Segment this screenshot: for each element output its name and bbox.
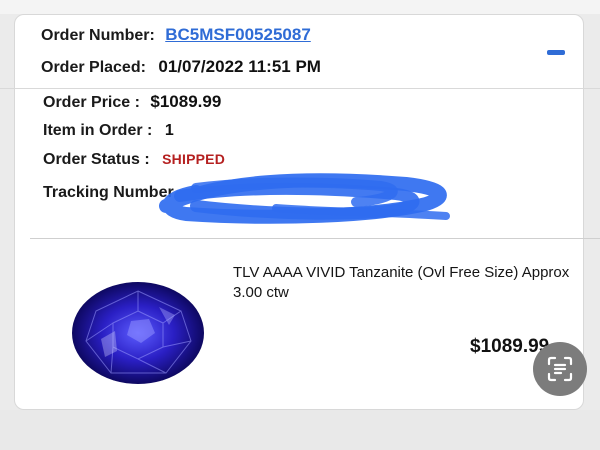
order-status-value: SHIPPED <box>162 151 226 167</box>
item-count-label: Item in Order : <box>43 122 153 139</box>
product-title[interactable]: TLV AAAA VIVID Tanzanite (Ovl Free Size)… <box>233 263 573 303</box>
order-placed-value: 01/07/2022 11:51 PM <box>158 57 321 76</box>
top-strip <box>0 0 600 14</box>
scan-glyph <box>547 356 573 382</box>
order-price-value: $1089.99 <box>150 92 222 111</box>
card-bottom-area <box>0 410 600 450</box>
section-divider <box>0 88 600 89</box>
tracking-redaction-scribble <box>159 173 450 224</box>
order-status-label: Order Status : <box>43 151 150 168</box>
product-divider <box>30 238 600 239</box>
item-count-value: 1 <box>164 122 174 139</box>
text-scan-icon[interactable] <box>533 342 587 396</box>
order-price-row: Order Price : $1089.99 <box>43 92 221 112</box>
collapse-minus-icon[interactable] <box>547 50 565 55</box>
order-number-label: Order Number: <box>41 27 155 44</box>
tracking-row: Tracking Number <box>43 184 174 202</box>
order-price-label: Order Price : <box>43 94 140 111</box>
order-number-row: Order Number: BC5MSF00525087 <box>41 25 311 45</box>
tanzanite-gem-image[interactable] <box>71 281 206 386</box>
tracking-label: Tracking Number <box>43 184 174 201</box>
order-placed-row: Order Placed: 01/07/2022 11:51 PM <box>41 57 321 77</box>
item-count-row: Item in Order : 1 <box>43 122 174 140</box>
order-placed-label: Order Placed: <box>41 59 146 76</box>
order-number-link[interactable]: BC5MSF00525087 <box>165 25 311 44</box>
